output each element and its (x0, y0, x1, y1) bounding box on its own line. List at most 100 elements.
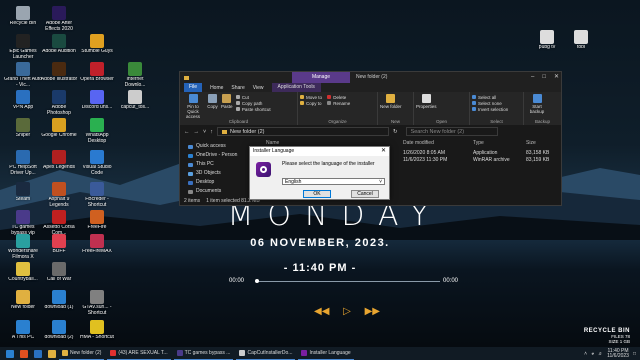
desktop-icon-item[interactable]: Adobe After Effects 2020 (40, 6, 78, 32)
desktop-icon-item[interactable]: Opera Browser (78, 62, 116, 83)
desktop-icon-item[interactable]: download (2) (40, 320, 78, 341)
copy-button[interactable]: Copy (207, 94, 218, 109)
desktop-icon-item[interactable]: BUFF (40, 234, 78, 255)
chrome-taskbar-icon[interactable] (20, 349, 28, 358)
desktop-icon-item[interactable]: Sniper (4, 118, 42, 139)
desktop-icon-item[interactable]: Apex Legends (40, 150, 78, 171)
cancel-button[interactable]: Cancel (351, 190, 379, 198)
desktop-icon-item[interactable]: download (1) (40, 290, 78, 311)
new-folder-button[interactable]: New folder (380, 94, 402, 109)
desktop-icon-item[interactable]: Adobe Illustrator (40, 62, 78, 83)
copy-to-button[interactable]: Copy to (300, 100, 322, 106)
desktop-icon-label: Steam (15, 197, 31, 202)
close-icon[interactable]: ✕ (381, 147, 386, 156)
desktop-icon-item[interactable]: FreeFireMAX (78, 234, 116, 255)
notification-icon[interactable]: □ (633, 351, 636, 357)
desktop-icon-item[interactable]: GTAV.sun... - Shortcut (78, 290, 116, 316)
desktop-icon-item[interactable]: FreeFire (78, 210, 116, 231)
address-bar[interactable]: New folder (2) (216, 127, 389, 136)
desktop-icon-item[interactable]: Countryball... (4, 262, 42, 283)
explorer-taskbar-icon[interactable] (48, 349, 56, 358)
desktop-icon-item[interactable]: TC games bypass vip (4, 210, 42, 236)
desktop-icon-item[interactable]: WhatsApp Desktop (78, 118, 116, 144)
taskbar-app[interactable]: TC games bypass ... (173, 347, 234, 360)
nav-quick-access[interactable]: Quick access (180, 142, 250, 151)
desktop-icon-item[interactable]: Adobe Photoshop (40, 90, 78, 116)
refresh-icon[interactable]: ↻ (393, 129, 398, 135)
properties-button[interactable]: Properties (416, 94, 437, 109)
desktop-icon-item[interactable]: FBcreder - Shortcut (78, 182, 116, 208)
cut-icon (235, 95, 240, 99)
installer-language-dialog: Installer Language ✕ Please select the l… (249, 146, 390, 200)
desktop-icon-item[interactable]: tobi (562, 30, 600, 51)
clock-date[interactable]: 11/6/2023 (607, 353, 629, 359)
close-icon[interactable]: ✕ (554, 72, 559, 83)
chevron-up-icon[interactable]: ˄ (584, 351, 587, 357)
desktop-icon-item[interactable]: Steam (4, 182, 42, 203)
search-input[interactable]: Search New folder (2) (405, 127, 498, 136)
tab-home[interactable]: Home (210, 85, 223, 91)
windows-start-icon[interactable] (6, 349, 14, 358)
fast-forward-icon[interactable]: ▶▶ (365, 306, 380, 317)
tab-view[interactable]: View (253, 85, 264, 91)
taskbar-app[interactable]: Installer Language (298, 347, 354, 360)
desktop-icon-item[interactable]: Wondershare Filmora X (4, 234, 42, 260)
desktop-icon-item[interactable]: New folder (4, 290, 42, 311)
play-icon[interactable]: ▷ (343, 306, 351, 317)
desktop-icon-item[interactable]: VPN App (4, 90, 42, 111)
desktop-icon-item[interactable]: Stumble Guys (78, 34, 116, 55)
desktop-icon-item[interactable]: Recycle Bin (4, 6, 42, 27)
taskbar-app-label: New folder (2) (70, 350, 102, 356)
desktop-icon-item[interactable]: Adobe Audition (40, 34, 78, 55)
rename-button[interactable]: Rename (327, 100, 350, 106)
desktop-icon-item[interactable]: A This PC (4, 320, 42, 341)
desktop-icon-item[interactable]: Asphalt 9 Legends (40, 182, 78, 208)
col-type[interactable]: Type (473, 140, 484, 146)
minimize-icon[interactable]: – (531, 72, 534, 83)
pin-button[interactable]: Pin to Quick access (182, 94, 204, 119)
nav-3d-objects[interactable]: 3D Objects (180, 169, 250, 178)
language-select[interactable]: English ˅ (282, 178, 385, 185)
desktop-icon-item[interactable]: Visual Studio Code (78, 150, 116, 176)
nav-this-pc[interactable]: This PC (180, 160, 250, 169)
desktop-icon-item[interactable]: Internet Downlo... (116, 62, 154, 88)
open-label: Open (435, 119, 447, 124)
desktop-icon-item[interactable]: Assetto Corsa Com... (40, 210, 78, 236)
forward-arrow-icon[interactable]: → (194, 129, 200, 135)
taskbar-app[interactable]: CapCutInstallerDo... (236, 347, 296, 360)
nav-onedrive[interactable]: OneDrive - Person (180, 151, 250, 160)
tab-application-tools[interactable]: Application Tools (271, 83, 321, 92)
desktop-icon-item[interactable]: pubg tv (528, 30, 566, 51)
desktop-icon-item[interactable]: Grand Theft Auto - Vic... (4, 62, 42, 88)
tab-file[interactable]: File (184, 83, 203, 92)
start-backup-button[interactable]: Start backup (526, 94, 548, 114)
desktop-icon-item[interactable]: Google Chrome (40, 118, 78, 139)
desktop-icon-item[interactable]: Discord uns... (78, 90, 116, 111)
up-arrow-icon[interactable]: ↑ (210, 129, 213, 135)
maximize-icon[interactable]: □ (542, 72, 546, 83)
tab-share[interactable]: Share (231, 85, 244, 91)
desktop-icon-label: FreeFireMAX (82, 249, 112, 254)
chevron-down-icon[interactable]: ˅ (203, 129, 206, 135)
volume-icon[interactable]: ♬ (598, 351, 603, 357)
desktop-icon-item[interactable]: HMA - Shortcut (78, 320, 116, 341)
col-date[interactable]: Date modified (403, 140, 434, 146)
desktop-icon-item[interactable]: Call of War (40, 262, 78, 283)
taskbar-app[interactable]: New folder (2) (59, 347, 105, 360)
desktop-icon-item[interactable]: Epic Games Launcher (4, 34, 42, 60)
manage-tab[interactable]: Manage (292, 72, 350, 83)
paste-shortcut-button[interactable]: Paste shortcut (235, 106, 271, 112)
col-size[interactable]: Size (526, 140, 536, 146)
rewind-icon[interactable]: ◀◀ (314, 306, 329, 317)
ok-button[interactable]: OK (303, 190, 331, 198)
invert-selection-button[interactable]: Invert selection (472, 106, 521, 112)
desktop-icon-item[interactable]: capcut_tos... (116, 90, 154, 111)
nav-desktop[interactable]: Desktop (180, 178, 250, 187)
edge-taskbar-icon[interactable] (34, 349, 42, 358)
paste-button[interactable]: Paste (221, 94, 233, 109)
taskbar-app[interactable]: (43) ARE SEXUAL T... (107, 347, 171, 360)
network-icon[interactable]: ◕ (591, 351, 594, 357)
nav-documents[interactable]: Documents (180, 187, 250, 196)
back-arrow-icon[interactable]: ← (184, 129, 190, 135)
desktop-icon-item[interactable]: PC HelpSoft Driver Up... (4, 150, 42, 176)
